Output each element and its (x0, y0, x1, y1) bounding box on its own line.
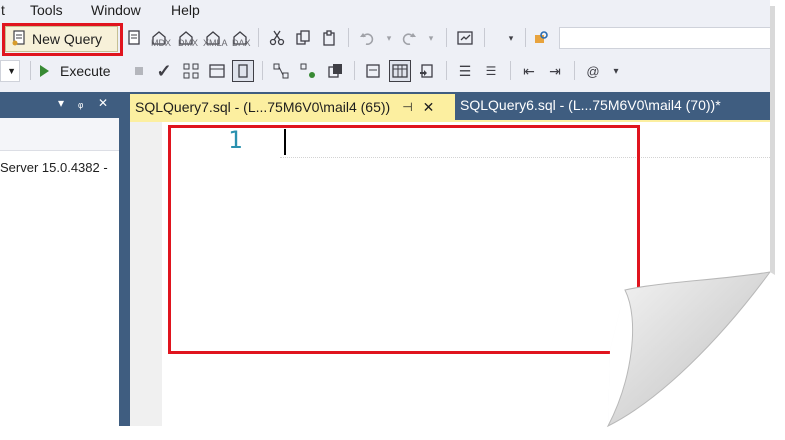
toolbar-separator (574, 61, 575, 80)
chevron-down-icon[interactable]: ▾ (500, 27, 522, 49)
new-query-button[interactable]: New Query (5, 26, 118, 52)
toolbar-separator (258, 28, 259, 47)
client-statistics-icon[interactable] (324, 60, 346, 82)
text-caret (284, 129, 286, 155)
panel-splitter[interactable] (119, 92, 130, 426)
specify-values-icon[interactable]: @ (582, 60, 604, 82)
tab-sqlquery7[interactable]: SQLQuery7.sql - (L...75M6V0\mail4 (65)) … (130, 94, 455, 120)
pin-icon[interactable]: ⊣ (402, 100, 412, 114)
object-explorer-header: ▾ ᵩ ✕ (0, 92, 119, 118)
chevron-down-icon[interactable]: ▾ (605, 60, 627, 82)
play-icon (40, 65, 49, 77)
menu-item-help[interactable]: Help (171, 2, 200, 18)
decrease-indent-icon[interactable]: ⇤ (518, 60, 540, 82)
toolbar-separator (510, 61, 511, 80)
close-icon[interactable]: ✕ (98, 96, 108, 110)
toolbar-separator (30, 61, 31, 80)
editor-margin (130, 122, 162, 426)
cut-icon[interactable] (266, 27, 288, 49)
increase-indent-icon[interactable]: ⇥ (544, 60, 566, 82)
ssms-window: t Tools Window Help MDX DMX XMLA DAX ▾ ▾… (0, 0, 770, 426)
current-line (280, 126, 770, 158)
toolbar-separator (446, 28, 447, 47)
comment-lines-icon[interactable]: ☰ (454, 60, 476, 82)
toolbar-separator (262, 61, 263, 80)
new-query-label: New Query (32, 31, 103, 47)
intellisense-icon[interactable] (232, 60, 254, 82)
live-statistics-icon[interactable] (297, 60, 319, 82)
chevron-down-icon[interactable]: ▾ (378, 27, 400, 49)
dax-caption: DAX (232, 38, 251, 48)
object-explorer-toolbar (0, 118, 119, 151)
find-icon[interactable] (530, 27, 552, 49)
query-options-icon[interactable] (206, 60, 228, 82)
menu-item-window[interactable]: Window (91, 2, 141, 18)
line-number: 1 (228, 126, 243, 154)
redo-icon[interactable] (398, 27, 420, 49)
results-to-grid-icon[interactable] (389, 60, 411, 82)
mdx-caption: MDX (151, 38, 171, 48)
xmla-caption: XMLA (203, 38, 228, 48)
execute-label: Execute (60, 63, 111, 79)
object-explorer-tree (0, 151, 119, 426)
solution-explorer-icon[interactable] (454, 27, 476, 49)
chevron-down-icon[interactable]: ▾ (420, 27, 442, 49)
menu-item-tools[interactable]: Tools (30, 2, 63, 18)
copy-icon[interactable] (292, 27, 314, 49)
toolbar-separator (525, 28, 526, 47)
uncomment-lines-icon[interactable]: ☰ (480, 60, 502, 82)
toolbar-separator (354, 61, 355, 80)
pin-icon[interactable]: ᵩ (78, 96, 83, 110)
display-estimated-plan-icon[interactable] (270, 60, 292, 82)
checkmark-icon[interactable]: ✓ (153, 60, 175, 82)
query-editor[interactable] (130, 122, 770, 426)
menu-bar: t Tools Window Help (0, 0, 770, 21)
undo-icon[interactable] (356, 27, 378, 49)
toolbar-separator (446, 61, 447, 80)
new-document-icon[interactable] (123, 27, 145, 49)
tab-title: SQLQuery7.sql - (L...75M6V0\mail4 (65)) (135, 99, 391, 115)
dmx-caption: DMX (178, 38, 198, 48)
paste-icon[interactable] (318, 27, 340, 49)
menu-item-project[interactable]: t (1, 2, 5, 18)
stop-icon[interactable] (128, 60, 150, 82)
tab-sqlquery6[interactable]: SQLQuery6.sql - (L...75M6V0\mail4 (70))* (460, 97, 721, 113)
sql-editor-toolbar: ✓ ☰ ☰ ⇤ ⇥ @ ▾ (0, 56, 770, 85)
results-to-text-icon[interactable] (362, 60, 384, 82)
toolbar-separator (348, 28, 349, 47)
execute-button[interactable]: Execute (40, 61, 111, 81)
close-icon[interactable]: ✕ (423, 99, 435, 116)
toolbar-separator (484, 28, 485, 47)
panel-menu-chevron-icon[interactable]: ▾ (58, 96, 64, 110)
query-plan-icon[interactable] (180, 60, 202, 82)
server-node[interactable]: Server 15.0.4382 - (0, 160, 108, 175)
new-query-icon (11, 29, 27, 49)
database-dropdown[interactable]: ▼ (0, 60, 20, 82)
results-to-file-icon[interactable] (416, 60, 438, 82)
search-input[interactable] (559, 27, 770, 49)
